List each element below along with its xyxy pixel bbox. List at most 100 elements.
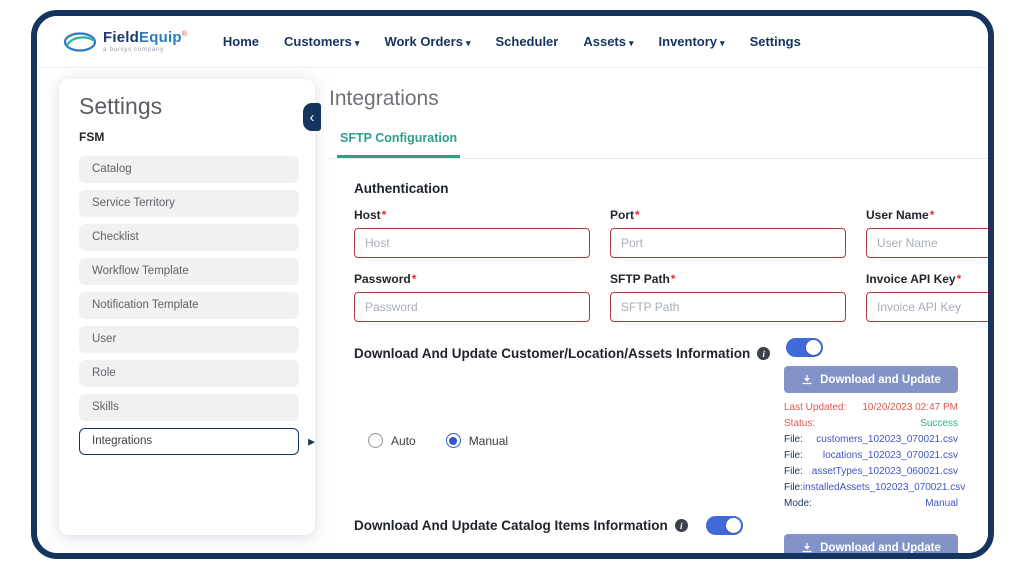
app-window: FieldEquip® a bursys company Home Custom… xyxy=(31,10,994,559)
sidebar-items: Catalog Service Territory Checklist Work… xyxy=(59,156,315,455)
settings-sidebar: Settings FSM Catalog Service Territory C… xyxy=(59,79,315,535)
field-port: Port* xyxy=(610,208,846,258)
nav-item-customers[interactable]: Customers▾ xyxy=(284,34,359,49)
top-navbar: FieldEquip® a bursys company Home Custom… xyxy=(37,16,988,68)
sidebar-item-checklist[interactable]: Checklist xyxy=(79,224,299,251)
field-host: Host* xyxy=(354,208,590,258)
detail-key: File: xyxy=(784,480,803,496)
detail-key: File: xyxy=(784,432,803,448)
field-password: Password* xyxy=(354,272,590,322)
catalog-section-toggle[interactable] xyxy=(706,516,743,535)
customer-section-toggle[interactable] xyxy=(786,338,823,357)
sftp-path-input[interactable] xyxy=(610,292,846,322)
field-user-name: User Name* xyxy=(866,208,988,258)
chevron-down-icon: ▾ xyxy=(466,38,471,48)
download-and-update-button[interactable]: Download and Update xyxy=(784,366,958,393)
field-label: Host* xyxy=(354,208,590,222)
nav-item-scheduler[interactable]: Scheduler xyxy=(495,34,558,49)
detail-value: customers_102023_070021.csv xyxy=(816,432,958,448)
label-text: Host xyxy=(354,208,381,222)
sidebar-item-catalog[interactable]: Catalog xyxy=(79,156,299,183)
detail-row-file: File: installedAssets_102023_070021.csv xyxy=(784,480,958,496)
nav-item-label: Work Orders xyxy=(384,34,463,49)
field-sftp-path: SFTP Path* xyxy=(610,272,846,322)
nav-item-label: Settings xyxy=(750,34,801,49)
radio-manual[interactable]: Manual xyxy=(446,433,508,448)
sidebar-item-workflow-template[interactable]: Workflow Template xyxy=(79,258,299,285)
nav-item-label: Home xyxy=(223,34,259,49)
info-icon[interactable]: i xyxy=(675,519,688,532)
section-title: Download And Update Customer/Location/As… xyxy=(354,346,750,361)
required-asterisk: * xyxy=(412,272,417,286)
sidebar-item-service-territory[interactable]: Service Territory xyxy=(79,190,299,217)
detail-row-file: File: assetTypes_102023_060021.csv xyxy=(784,464,958,480)
download-details: Last Updated: 10/20/2023 02:47 PM Status… xyxy=(784,400,958,512)
sidebar-collapse-button[interactable]: ‹ xyxy=(303,103,321,131)
button-label: Download and Update xyxy=(820,374,941,386)
nav-item-inventory[interactable]: Inventory▾ xyxy=(659,34,725,49)
radio-circle-icon xyxy=(368,433,383,448)
invoice-api-key-input[interactable] xyxy=(866,292,988,322)
sidebar-item-role[interactable]: Role xyxy=(79,360,299,387)
nav-item-settings[interactable]: Settings xyxy=(750,34,801,49)
brand-equip: Equip xyxy=(139,30,182,45)
chevron-down-icon: ▾ xyxy=(720,38,725,48)
sections: Authentication Host* Port* User Name* xyxy=(329,181,988,553)
authentication-heading: Authentication xyxy=(354,181,988,196)
host-input[interactable] xyxy=(354,228,590,258)
nav-item-work-orders[interactable]: Work Orders▾ xyxy=(384,34,470,49)
sidebar-item-skills[interactable]: Skills xyxy=(79,394,299,421)
detail-value: Success xyxy=(920,416,958,432)
section-header: Download And Update Catalog Items Inform… xyxy=(354,516,988,535)
required-asterisk: * xyxy=(382,208,387,222)
content-area: Settings FSM Catalog Service Territory C… xyxy=(37,69,988,553)
field-label: SFTP Path* xyxy=(610,272,846,286)
password-input[interactable] xyxy=(354,292,590,322)
download-icon xyxy=(801,542,813,554)
nav-item-home[interactable]: Home xyxy=(223,34,259,49)
integrations-panel: Integrations SFTP Configuration Authenti… xyxy=(329,69,988,553)
radio-auto[interactable]: Auto xyxy=(368,433,416,448)
label-text: Port xyxy=(610,208,634,222)
field-invoice-api-key: Invoice API Key* xyxy=(866,272,988,322)
field-label: User Name* xyxy=(866,208,988,222)
nav-items: Home Customers▾ Work Orders▾ Scheduler A… xyxy=(223,34,801,49)
radio-label: Auto xyxy=(391,434,416,448)
sidebar-subtitle: FSM xyxy=(79,130,315,144)
catalog-items-section: Download And Update Catalog Items Inform… xyxy=(354,516,988,553)
detail-row-status: Status: Success xyxy=(784,416,958,432)
tab-sftp-configuration[interactable]: SFTP Configuration xyxy=(337,131,460,158)
sidebar-item-integrations[interactable]: Integrations ▶ xyxy=(79,428,299,455)
required-asterisk: * xyxy=(957,272,962,286)
detail-key: Last Updated: xyxy=(784,400,846,416)
toggle-knob xyxy=(806,340,821,355)
section-title: Download And Update Catalog Items Inform… xyxy=(354,518,668,533)
port-input[interactable] xyxy=(610,228,846,258)
nav-item-label: Scheduler xyxy=(495,34,558,49)
detail-row-mode: Mode: Manual xyxy=(784,496,958,512)
sidebar-item-notification-template[interactable]: Notification Template xyxy=(79,292,299,319)
registered-mark: ® xyxy=(182,31,187,38)
nav-item-label: Inventory xyxy=(659,34,718,49)
field-label: Port* xyxy=(610,208,846,222)
sidebar-item-user[interactable]: User xyxy=(79,326,299,353)
brand-field: Field xyxy=(103,30,139,45)
toggle-knob xyxy=(726,518,741,533)
info-icon[interactable]: i xyxy=(757,347,770,360)
required-asterisk: * xyxy=(671,272,676,286)
detail-value: Manual xyxy=(925,496,958,512)
logo-text: FieldEquip® a bursys company xyxy=(103,30,187,54)
detail-key: Status: xyxy=(784,416,815,432)
user-name-input[interactable] xyxy=(866,228,988,258)
detail-key: File: xyxy=(784,464,803,480)
detail-row-last-updated: Last Updated: 10/20/2023 02:47 PM xyxy=(784,400,958,416)
label-text: Password xyxy=(354,272,411,286)
button-label: Download and Update xyxy=(820,542,941,554)
catalog-download-column: Download and Update xyxy=(784,534,958,553)
detail-row-file: File: customers_102023_070021.csv xyxy=(784,432,958,448)
download-and-update-button[interactable]: Download and Update xyxy=(784,534,958,553)
nav-item-assets[interactable]: Assets▾ xyxy=(583,34,633,49)
field-label: Invoice API Key* xyxy=(866,272,988,286)
selected-item-arrow-icon: ▶ xyxy=(308,429,315,454)
label-text: Invoice API Key xyxy=(866,272,956,286)
